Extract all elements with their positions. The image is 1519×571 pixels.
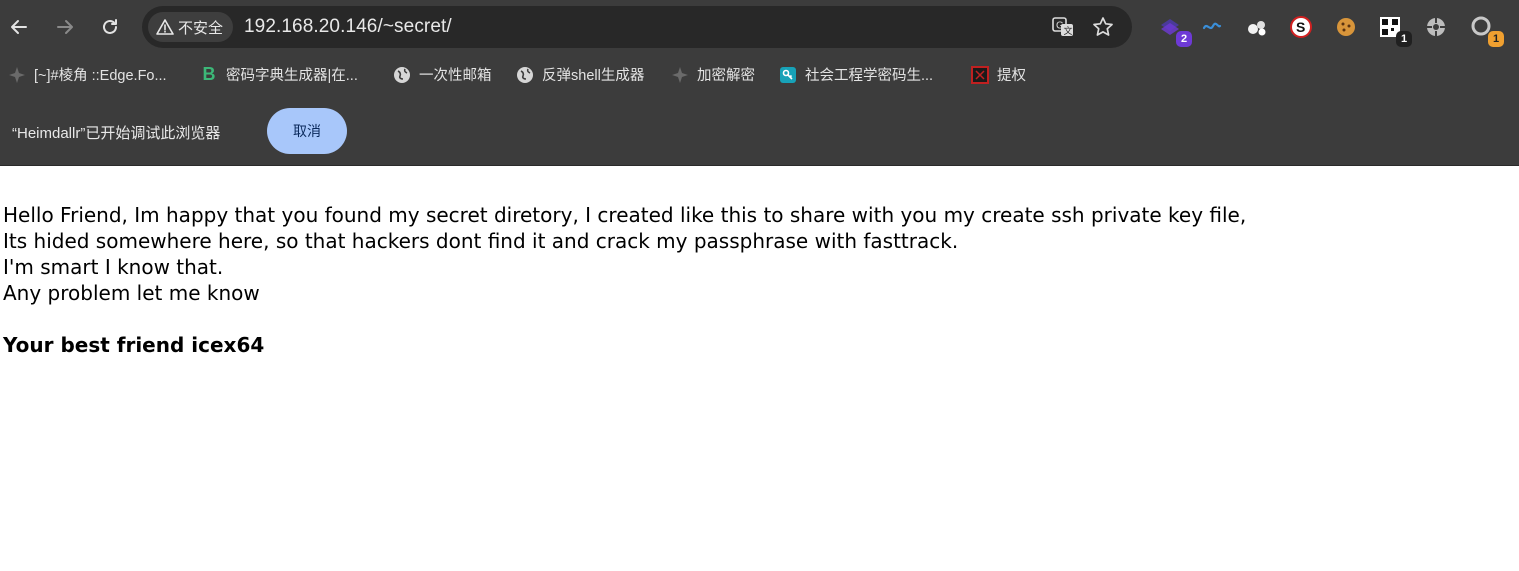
green-b-icon: B	[202, 64, 216, 84]
svg-text:S: S	[1296, 19, 1305, 35]
message-line: Its hided somewhere here, so that hacker…	[3, 229, 959, 253]
warning-triangle-icon	[156, 19, 174, 35]
extension-badge: 1	[1396, 31, 1412, 47]
bookmark-star-button[interactable]	[1090, 14, 1116, 40]
cancel-button[interactable]: 取消	[267, 108, 347, 154]
page-content: Hello Friend, Im happy that you found my…	[0, 166, 1519, 358]
bookmark-label: 社会工程学密码生...	[805, 68, 934, 84]
bookmark-item[interactable]: B 密码字典生成器|在...	[200, 64, 358, 85]
extension-s-circle[interactable]: S	[1287, 13, 1315, 41]
security-chip[interactable]: 不安全	[148, 12, 234, 42]
bookmark-item[interactable]: 提权	[971, 64, 1026, 85]
url-text[interactable]: 192.168.20.146/~secret/	[244, 16, 452, 38]
back-button[interactable]	[2, 10, 36, 44]
extension-blue-wave[interactable]	[1198, 13, 1226, 41]
extension-white-dots[interactable]	[1243, 13, 1271, 41]
extension-qr[interactable]: 1	[1376, 13, 1412, 47]
extension-puzzle[interactable]: 1	[1468, 13, 1504, 47]
forward-button[interactable]	[48, 10, 82, 44]
forward-arrow-icon	[57, 20, 73, 34]
bookmarks-bar: [~]#棱角 ::Edge.Fo... B 密码字典生成器|在... 一次性邮箱…	[0, 54, 1519, 94]
translate-icon: G文	[1052, 17, 1073, 37]
blue-wave-extension-icon	[1202, 22, 1222, 30]
signature: Your best friend icex64	[3, 333, 265, 357]
globe-icon	[393, 66, 411, 84]
message-line: Any problem let me know	[3, 281, 260, 305]
bookmark-label: 一次性邮箱	[419, 68, 492, 84]
browser-chrome: 不安全 192.168.20.146/~secret/ G文 2 S 1 1 […	[0, 0, 1519, 166]
extension-purple[interactable]: 2	[1156, 13, 1192, 47]
message-line: Hello Friend, Im happy that you found my…	[3, 203, 1247, 227]
bookmark-item[interactable]: 一次性邮箱	[393, 64, 492, 85]
browser-toolbar: 不安全 192.168.20.146/~secret/ G文 2 S 1 1	[0, 0, 1519, 54]
bookmark-item[interactable]: 反弹shell生成器	[516, 64, 644, 85]
s-circle-extension-icon: S	[1290, 16, 1312, 38]
shuriken-icon	[671, 66, 689, 84]
reload-icon	[103, 19, 117, 34]
infobar-message: “Heimdallr”已开始调试此浏览器	[12, 125, 221, 142]
bookmark-label: 提权	[997, 68, 1026, 84]
security-label: 不安全	[178, 19, 224, 37]
translate-button[interactable]: G文	[1050, 14, 1076, 40]
extension-badge: 2	[1176, 31, 1192, 47]
extension-gray-gear[interactable]	[1422, 13, 1450, 41]
key-icon	[779, 66, 797, 84]
bookmark-label: [~]#棱角 ::Edge.Fo...	[34, 68, 167, 84]
bookmark-item[interactable]: 加密解密	[671, 64, 755, 85]
bookmark-label: 反弹shell生成器	[542, 68, 645, 84]
message-line: I'm smart I know that.	[3, 255, 224, 279]
bookmark-item[interactable]: [~]#棱角 ::Edge.Fo...	[8, 64, 167, 85]
gray-gear-extension-icon	[1427, 18, 1445, 36]
star-icon	[1093, 17, 1113, 36]
svg-text:文: 文	[1064, 25, 1073, 37]
shuriken-icon	[8, 66, 26, 84]
back-arrow-icon	[11, 20, 27, 34]
bookmark-label: 加密解密	[697, 68, 755, 84]
reload-button[interactable]	[93, 10, 127, 44]
red-box-icon	[971, 65, 989, 84]
debug-infobar: “Heimdallr”已开始调试此浏览器 取消	[0, 94, 1519, 166]
cookie-extension-icon	[1337, 18, 1355, 36]
extension-badge: 1	[1488, 31, 1504, 47]
bookmark-item[interactable]: 社会工程学密码生...	[779, 64, 933, 85]
bookmark-label: 密码字典生成器|在...	[226, 68, 358, 84]
globe-icon	[516, 66, 534, 84]
extension-cookie[interactable]	[1332, 13, 1360, 41]
address-bar[interactable]: 不安全 192.168.20.146/~secret/ G文	[142, 6, 1132, 48]
white-dots-extension-icon	[1248, 21, 1266, 36]
